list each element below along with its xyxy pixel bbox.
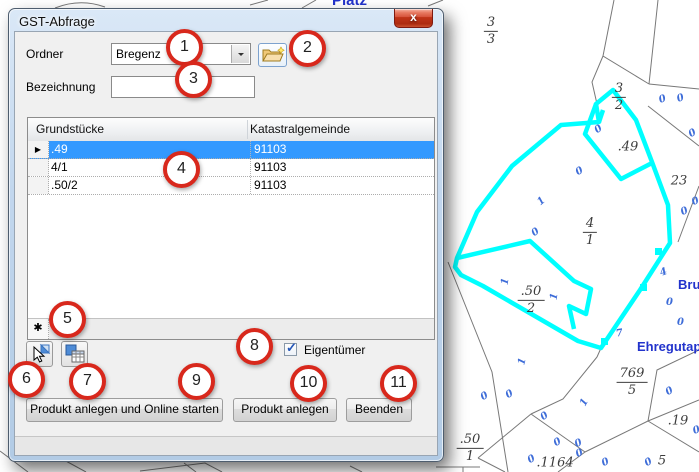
table-cell[interactable]: 4/1 [51, 159, 244, 176]
parcel-label: 33 [484, 16, 498, 46]
bezeichnung-label: Bezeichnung [26, 80, 95, 94]
map-symbol: 0 [666, 297, 673, 308]
status-strip [15, 436, 437, 455]
produkt-anlegen-button[interactable]: Produkt anlegen [233, 398, 337, 422]
row-selector[interactable] [28, 177, 49, 194]
table-row[interactable]: 4/1 91103 [28, 159, 434, 177]
callout-11: 11 [380, 365, 417, 402]
folder-icon [259, 44, 286, 66]
table-cell[interactable]: 91103 [250, 141, 432, 158]
parcel-label: .19 [668, 414, 689, 429]
callout-8: 8 [236, 328, 273, 365]
table-row[interactable]: .50/2 91103 [28, 177, 434, 195]
street-label-bru: Bru [678, 277, 699, 292]
parcel-label: 7695 [617, 367, 648, 397]
close-button[interactable]: x [394, 9, 433, 28]
dropdown-arrow-button[interactable] [231, 45, 249, 63]
checkmark-icon: ✓ [286, 340, 297, 356]
callout-3: 3 [175, 61, 212, 98]
parcel-label: .501 [457, 433, 484, 463]
parcel-label: .1164 [536, 456, 573, 471]
parcel-label: 23 [671, 174, 688, 189]
new-row-selector: ✱ [28, 319, 49, 339]
table-cell[interactable]: .50/2 [51, 177, 244, 194]
column-header-katastralgemeinde[interactable]: Katastralgemeinde [250, 122, 350, 136]
parcel-table[interactable]: Grundstücke Katastralgemeinde ▶.49911034… [27, 117, 435, 340]
callout-2: 2 [289, 30, 326, 67]
grid-body: ▶.49 91103 4/1 91103 .50/2 91103 [28, 141, 434, 195]
table-cell[interactable]: 91103 [250, 159, 432, 176]
open-folder-button[interactable] [258, 43, 287, 67]
row-selector[interactable] [28, 159, 49, 176]
callout-5: 5 [49, 301, 86, 338]
eigentuemer-checkbox[interactable]: ✓ [284, 343, 297, 356]
callout-6: 6 [8, 361, 45, 398]
parcel-label: 5 [658, 454, 666, 469]
parcel-label: .49 [618, 140, 639, 155]
callout-4: 4 [163, 151, 200, 188]
row-selector[interactable]: ▶ [28, 141, 49, 158]
table-cell[interactable]: 91103 [250, 177, 432, 194]
eigentuemer-label: Eigentümer [304, 343, 365, 357]
table-cell[interactable]: .49 [51, 141, 244, 158]
map-symbol: 0 [677, 317, 684, 328]
new-row[interactable]: ✱ [28, 318, 434, 339]
parcel-label: 41 [583, 217, 597, 247]
callout-7: 7 [69, 363, 106, 400]
parcel-label: .502 [518, 285, 545, 315]
street-label-ehregutap: Ehregutap [637, 339, 699, 354]
callout-9: 9 [178, 363, 215, 400]
column-header-grundstuecke[interactable]: Grundstücke [36, 122, 104, 136]
parcel-label: 32 [612, 82, 626, 112]
chevron-down-icon [238, 53, 244, 59]
highlighted-parcel-outline [455, 90, 670, 348]
ordner-label: Ordner [26, 47, 63, 61]
table-row[interactable]: ▶.49 91103 [28, 141, 434, 159]
callout-10: 10 [290, 365, 327, 402]
dialog-title: GST-Abfrage [19, 14, 95, 29]
produkt-anlegen-online-button[interactable]: Produkt anlegen und Online starten [26, 398, 223, 422]
header-separator [247, 120, 248, 139]
ordner-dropdown-value: Bregenz [116, 47, 161, 61]
table-header: Grundstücke Katastralgemeinde [28, 118, 434, 142]
